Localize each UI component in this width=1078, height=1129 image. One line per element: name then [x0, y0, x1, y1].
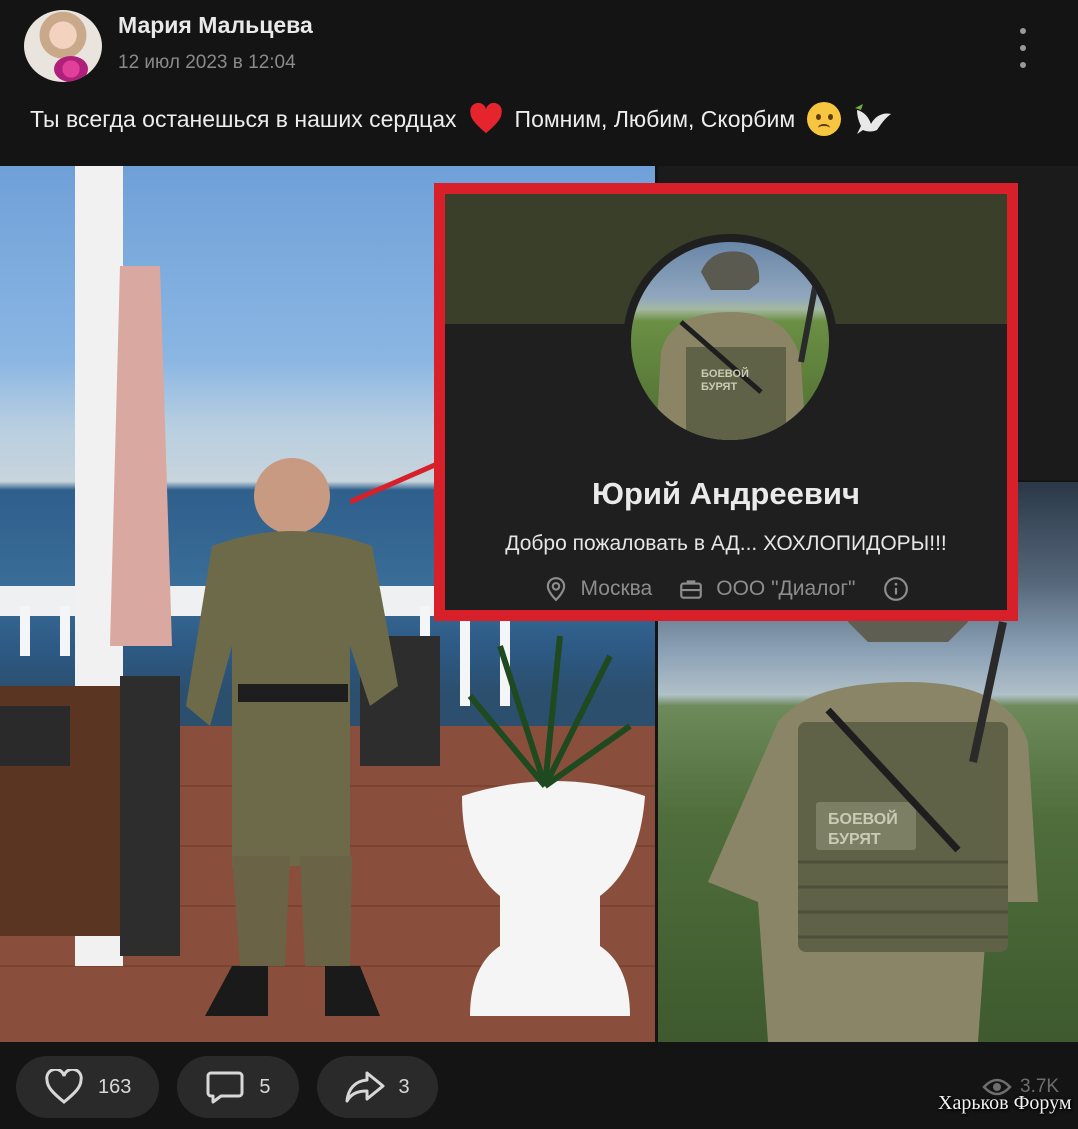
avatar-patch-line1: БОЕВОЙ: [701, 367, 749, 380]
profile-avatar-frame: БОЕВОЙ БУРЯТ: [623, 234, 837, 448]
author-avatar[interactable]: [24, 10, 102, 82]
profile-card: БОЕВОЙ БУРЯТ Юрий Андреевич Добро пожало…: [434, 183, 1018, 621]
location-pin-icon: [546, 577, 565, 602]
profile-meta: Москва ООО "Диалог": [445, 576, 1007, 602]
post-actions: 163 5 3: [16, 1056, 438, 1118]
profile-avatar[interactable]: БОЕВОЙ БУРЯТ: [631, 242, 829, 440]
flower-decoration: [54, 56, 88, 82]
comment-icon: [206, 1071, 244, 1104]
profile-name: Юрий Андреевич: [592, 476, 860, 511]
profile-status: Добро пожаловать в АД... ХОХЛОПИДОРЫ!!!: [505, 532, 947, 555]
briefcase-icon: [680, 580, 703, 599]
dove-emoji-icon: [855, 104, 892, 134]
author-name[interactable]: Мария Мальцева: [118, 12, 313, 39]
profile-work: ООО "Диалог": [716, 577, 856, 600]
patch-text-line2: БУРЯТ: [828, 831, 881, 848]
like-button[interactable]: 163: [16, 1056, 160, 1118]
post-text-part1: Ты всегда останешься в наших сердцах: [30, 105, 457, 132]
post-date[interactable]: 12 июл 2023 в 12:04: [118, 52, 296, 74]
share-count: 3: [398, 1075, 410, 1098]
like-count: 163: [98, 1075, 132, 1098]
patch-text-line1: БОЕВОЙ: [828, 809, 898, 828]
more-vertical-icon[interactable]: [1010, 28, 1036, 68]
profile-card-body: БОЕВОЙ БУРЯТ Юрий Андреевич Добро пожало…: [445, 194, 1007, 610]
profile-location: Москва: [580, 577, 653, 600]
heart-emoji-icon: [469, 103, 502, 134]
share-arrow-icon: [345, 1071, 384, 1103]
post-text-part2: Помним, Любим, Скорбим: [514, 105, 796, 132]
avatar-patch-line2: БУРЯТ: [701, 381, 737, 393]
post-text: Ты всегда останешься в наших сердцах Пом…: [30, 102, 893, 136]
heart-outline-icon: [45, 1069, 83, 1104]
comment-button[interactable]: 5: [177, 1056, 299, 1118]
sad-face-emoji-icon: [807, 102, 842, 136]
watermark: Харьков Форум: [938, 1092, 1072, 1114]
share-button[interactable]: 3: [316, 1056, 438, 1118]
comment-count: 5: [259, 1075, 271, 1098]
info-icon[interactable]: [883, 576, 909, 602]
